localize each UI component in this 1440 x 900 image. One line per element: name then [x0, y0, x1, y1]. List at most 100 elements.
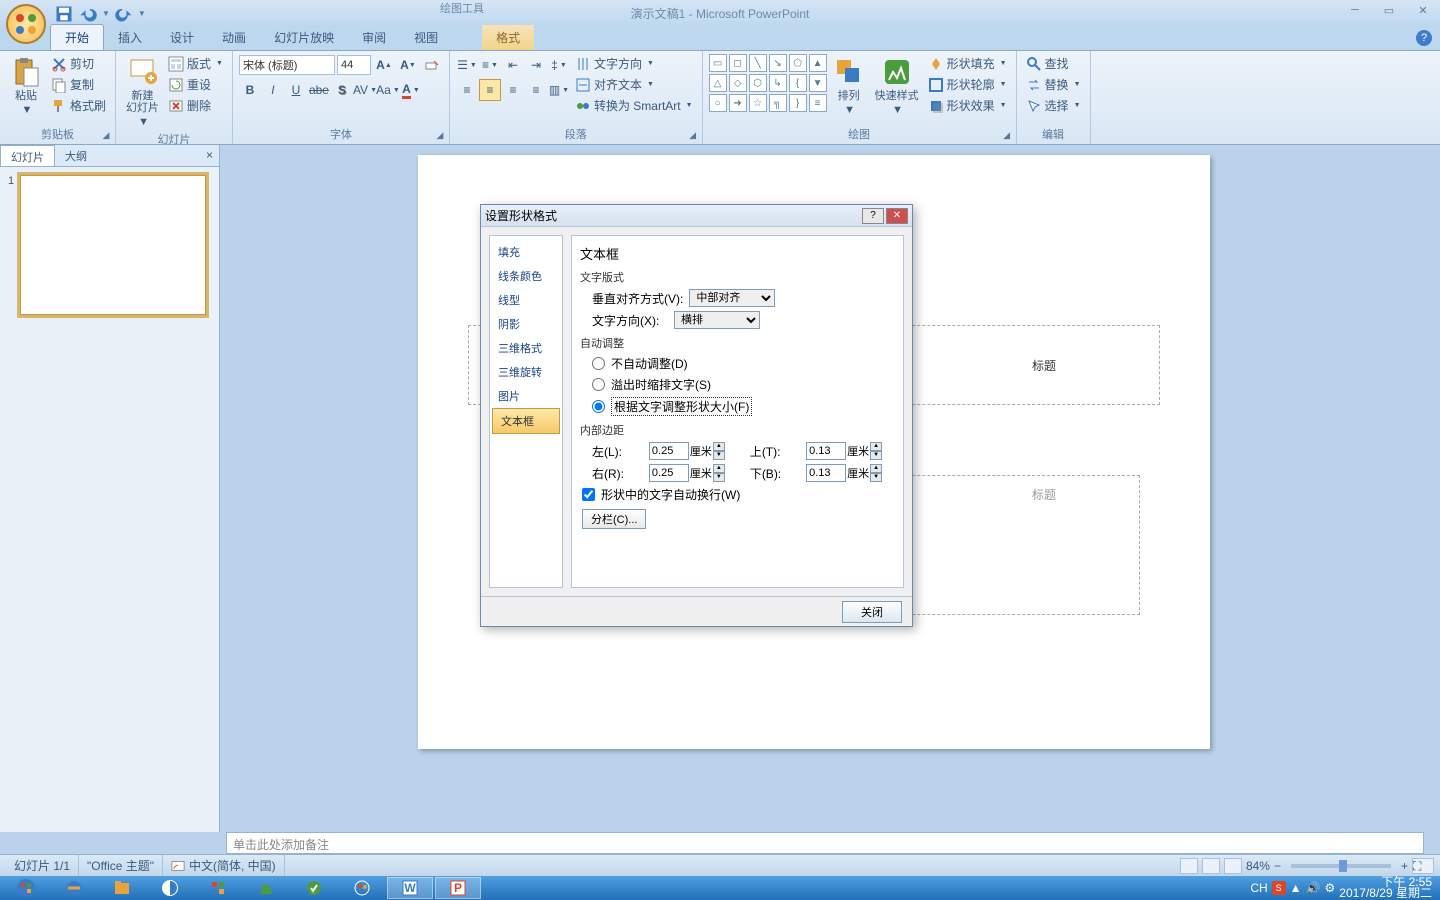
task-app-4[interactable]	[291, 877, 337, 899]
drawing-launcher[interactable]: ◢	[1000, 128, 1014, 142]
align-text-button[interactable]: 对齐文本▼	[572, 75, 696, 94]
smartart-button[interactable]: 转换为 SmartArt▼	[572, 96, 696, 115]
tray-icon-1[interactable]: S	[1272, 881, 1286, 895]
task-explorer[interactable]	[99, 877, 145, 899]
copy-button[interactable]: 复制	[48, 75, 109, 94]
columns-button[interactable]: 分栏(C)...	[582, 509, 646, 529]
margin-left-spinner[interactable]: 厘米▲▼	[649, 442, 738, 460]
task-ie[interactable]	[51, 877, 97, 899]
nav-3d-format[interactable]: 三维格式	[490, 336, 562, 360]
numbering-icon[interactable]: ≡▼	[479, 54, 501, 76]
task-app-5[interactable]	[339, 877, 385, 899]
text-dir-select[interactable]: 横排	[674, 311, 760, 329]
font-launcher[interactable]: ◢	[433, 128, 447, 142]
shape-effects-button[interactable]: 形状效果▼	[925, 96, 1010, 115]
nav-3d-rotation[interactable]: 三维旋转	[490, 360, 562, 384]
tray-ime[interactable]: CH	[1250, 881, 1267, 895]
start-button[interactable]	[3, 877, 49, 899]
task-app-1[interactable]	[147, 877, 193, 899]
nav-textbox[interactable]: 文本框	[492, 408, 560, 434]
tab-review[interactable]: 审阅	[348, 25, 400, 50]
dialog-close-footer-button[interactable]: 关闭	[842, 601, 902, 623]
char-spacing-icon[interactable]: AV▼	[354, 79, 376, 101]
align-left-icon[interactable]: ≡	[456, 79, 478, 101]
tab-view[interactable]: 视图	[400, 25, 452, 50]
columns-icon[interactable]: ▥▼	[548, 79, 570, 101]
layout-button[interactable]: 版式▼	[165, 54, 226, 73]
undo-icon[interactable]	[78, 4, 98, 24]
thumb-tab-outline[interactable]: 大纲	[55, 145, 97, 166]
font-size-combo[interactable]: 44	[337, 55, 371, 75]
quick-styles-button[interactable]: 快速样式▼	[871, 54, 923, 118]
zoom-in-icon[interactable]: +	[1401, 859, 1408, 873]
tray-volume-icon[interactable]: 🔊	[1306, 881, 1321, 895]
shadow-icon[interactable]: S	[331, 79, 353, 101]
tab-slideshow[interactable]: 幻灯片放映	[260, 25, 348, 50]
clipboard-launcher[interactable]: ◢	[99, 128, 113, 142]
find-button[interactable]: 查找	[1023, 54, 1084, 73]
tab-home[interactable]: 开始	[50, 24, 104, 50]
inc-indent-icon[interactable]: ⇥	[525, 54, 547, 76]
thumb-tab-slides[interactable]: 幻灯片	[0, 145, 55, 166]
align-center-icon[interactable]: ≡	[479, 79, 501, 101]
tab-insert[interactable]: 插入	[104, 25, 156, 50]
task-word[interactable]: W	[387, 877, 433, 899]
wrap-checkbox[interactable]	[582, 488, 595, 501]
margin-right-spinner[interactable]: 厘米▲▼	[649, 464, 738, 482]
view-slideshow-icon[interactable]	[1224, 858, 1242, 874]
dialog-titlebar[interactable]: 设置形状格式 ? ✕	[481, 205, 912, 227]
radio-no-autofit[interactable]	[592, 357, 605, 370]
cut-button[interactable]: 剪切	[48, 54, 109, 73]
system-tray[interactable]: CH S ▲ 🔊 ⚙ 下午 2:55 2017/8/29 星期二	[1250, 877, 1438, 899]
margin-top-spinner[interactable]: 厘米▲▼	[806, 442, 895, 460]
zoom-percent[interactable]: 84%	[1246, 859, 1270, 873]
text-direction-button[interactable]: 文字方向▼	[572, 54, 696, 73]
delete-slide-button[interactable]: 删除	[165, 96, 226, 115]
status-language[interactable]: 中文(简体, 中国)	[163, 855, 285, 876]
help-icon[interactable]: ?	[1416, 30, 1432, 46]
tray-icon-3[interactable]: ⚙	[1325, 881, 1336, 895]
nav-line-color[interactable]: 线条颜色	[490, 264, 562, 288]
dialog-help-button[interactable]: ?	[862, 208, 884, 224]
tab-animation[interactable]: 动画	[208, 25, 260, 50]
view-sorter-icon[interactable]	[1202, 858, 1220, 874]
bullets-icon[interactable]: ☰▼	[456, 54, 478, 76]
task-app-2[interactable]	[195, 877, 241, 899]
zoom-out-icon[interactable]: −	[1274, 859, 1281, 873]
align-right-icon[interactable]: ≡	[502, 79, 524, 101]
task-app-3[interactable]	[243, 877, 289, 899]
minimize-button[interactable]: ─	[1342, 2, 1368, 18]
margin-bottom-spinner[interactable]: 厘米▲▼	[806, 464, 895, 482]
shape-outline-button[interactable]: 形状轮廓▼	[925, 75, 1010, 94]
shape-fill-button[interactable]: 形状填充▼	[925, 54, 1010, 73]
select-button[interactable]: 选择▼	[1023, 96, 1084, 115]
save-icon[interactable]	[54, 4, 74, 24]
paragraph-launcher[interactable]: ◢	[686, 128, 700, 142]
tray-icon-2[interactable]: ▲	[1290, 881, 1302, 895]
notes-pane[interactable]: 单击此处添加备注	[226, 832, 1424, 854]
reset-button[interactable]: 重设	[165, 75, 226, 94]
task-powerpoint[interactable]: P	[435, 877, 481, 899]
arrange-button[interactable]: 排列▼	[829, 54, 869, 118]
tab-design[interactable]: 设计	[156, 25, 208, 50]
bold-icon[interactable]: B	[239, 79, 261, 101]
tab-format[interactable]: 格式	[482, 25, 534, 50]
thumbnail-slide-1[interactable]: 1	[8, 175, 211, 315]
change-case-icon[interactable]: Aa▼	[377, 79, 399, 101]
radio-resize-shape[interactable]	[592, 400, 605, 413]
dialog-close-button[interactable]: ✕	[886, 208, 908, 224]
italic-icon[interactable]: I	[262, 79, 284, 101]
close-button[interactable]: ✕	[1410, 2, 1436, 18]
redo-icon[interactable]	[114, 4, 134, 24]
view-normal-icon[interactable]	[1180, 858, 1198, 874]
nav-fill[interactable]: 填充	[490, 240, 562, 264]
radio-shrink[interactable]	[592, 378, 605, 391]
line-spacing-icon[interactable]: ‡▼	[548, 54, 570, 76]
office-button[interactable]	[6, 4, 46, 44]
font-color-icon[interactable]: A▼	[400, 79, 422, 101]
dec-indent-icon[interactable]: ⇤	[502, 54, 524, 76]
valign-select[interactable]: 中部对齐	[689, 289, 775, 307]
clear-format-icon[interactable]	[421, 54, 443, 76]
replace-button[interactable]: 替换▼	[1023, 75, 1084, 94]
shrink-font-icon[interactable]: A▼	[397, 54, 419, 76]
